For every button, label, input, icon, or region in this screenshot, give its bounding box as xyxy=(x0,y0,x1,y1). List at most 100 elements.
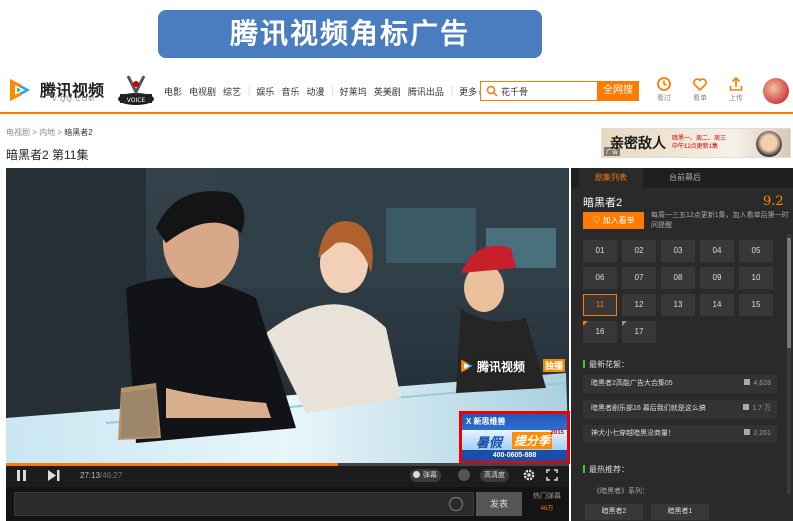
hot-danmu[interactable]: 热门弹幕 46万 xyxy=(530,491,564,512)
top-nav: 电影 电视剧 综艺 | 娱乐 音乐 动漫 | 好莱坞 英美剧 腾讯出品 | 更多… xyxy=(164,85,491,98)
fullscreen-icon[interactable] xyxy=(546,469,558,481)
clip-item[interactable]: 暗黑者2高能广告大合集05 4,628 xyxy=(583,375,777,393)
section-recommended: 最热推荐： xyxy=(583,464,629,475)
scrollbar-thumb[interactable] xyxy=(787,238,791,348)
panel-scrollbar[interactable] xyxy=(787,234,791,494)
episode-button[interactable]: 12 xyxy=(622,294,656,316)
episode-button-new[interactable]: 16 xyxy=(583,321,617,343)
nav-movie[interactable]: 电影 xyxy=(164,85,182,98)
next-episode-icon[interactable] xyxy=(48,470,60,481)
clip-views: 2,261 xyxy=(744,425,771,443)
corner-overlay-ad[interactable]: X 新思维兽 暑假 提分季 2015 400-0605-888 xyxy=(459,411,570,464)
episode-button[interactable]: 14 xyxy=(700,294,734,316)
episode-button-preview[interactable]: 17 xyxy=(622,321,656,343)
episode-button[interactable]: 03 xyxy=(661,240,695,262)
episode-button[interactable]: 13 xyxy=(661,294,695,316)
add-to-watchlist-button[interactable]: ♡ 加入看单 xyxy=(583,212,644,229)
clip-item[interactable]: 暗黑者剧乐部16 幕后我们就是这么搞 1.7 万 xyxy=(583,400,777,418)
episode-button[interactable]: 09 xyxy=(700,267,734,289)
search-all-button[interactable]: 全网搜 xyxy=(597,81,639,101)
nav-anime[interactable]: 动漫 xyxy=(306,85,324,98)
update-schedule: 每周一三五12点更新1集，加入看单后第一时间提醒 xyxy=(651,212,789,229)
tab-episodes[interactable]: 剧集列表 xyxy=(579,168,643,188)
show-score: 9.2 xyxy=(763,194,784,209)
nav-tv[interactable]: 电视剧 xyxy=(189,85,216,98)
danmu-input[interactable] xyxy=(14,492,474,516)
episode-button[interactable]: 05 xyxy=(739,240,773,262)
episode-panel: 剧集列表 台前幕后 暗黑者2 9.2 ♡ 加入看单 每周一三五12点更新1集，加… xyxy=(571,168,793,521)
corner-ad-slogan: 暑假 提分季 2015 xyxy=(462,430,567,451)
tencent-video-watermark-icon xyxy=(461,359,473,373)
nav-divider: | xyxy=(450,85,454,95)
play-count-icon xyxy=(743,404,750,410)
play-count-icon xyxy=(744,429,751,435)
heart-icon: ♡ xyxy=(592,216,603,225)
episode-button[interactable]: 08 xyxy=(661,267,695,289)
send-danmu-button[interactable]: 发表 xyxy=(476,492,522,516)
ad-tag: 广告 xyxy=(604,147,621,156)
gear-icon[interactable] xyxy=(522,468,536,482)
playback-time: 27:13/46:27 xyxy=(80,471,122,480)
episode-button[interactable]: 10 xyxy=(739,267,773,289)
progress-bar[interactable] xyxy=(6,463,569,466)
breadcrumb-tv[interactable]: 电视剧 xyxy=(6,128,30,137)
pause-icon[interactable] xyxy=(16,470,28,481)
exclusive-badge: 独播 xyxy=(543,359,566,372)
volume-icon[interactable] xyxy=(458,469,470,481)
top-banner-ad[interactable]: 亲密敌人 暗黑一、周二、周三 中午12点更新1集 广告 xyxy=(601,128,791,158)
nav-variety[interactable]: 综艺 xyxy=(223,85,241,98)
episode-button[interactable]: 04 xyxy=(700,240,734,262)
episode-button[interactable]: 06 xyxy=(583,267,617,289)
nav-music[interactable]: 音乐 xyxy=(281,85,299,98)
nav-tencent-original[interactable]: 腾讯出品 xyxy=(408,85,444,98)
user-avatar[interactable] xyxy=(763,78,789,104)
site-logo[interactable]: 腾讯视频 V.QQ.COM xyxy=(6,74,111,106)
search-box xyxy=(480,81,598,101)
play-count-icon xyxy=(744,379,751,385)
upload-button[interactable]: 上传 xyxy=(722,76,750,103)
danmu-label: 弹幕 xyxy=(423,472,437,479)
time-current: 27:13 xyxy=(80,471,101,480)
corner-ad-slogan-b: 提分季 xyxy=(512,432,553,449)
episode-button[interactable]: 15 xyxy=(739,294,773,316)
clip-title: 暗黑者剧乐部16 幕后我们就是这么搞 xyxy=(591,405,706,412)
nav-entertainment[interactable]: 娱乐 xyxy=(256,85,274,98)
related-show-button[interactable]: 暗黑者2 xyxy=(585,504,643,520)
search-input[interactable] xyxy=(501,84,595,98)
clip-item[interactable]: 神犬小七穿越暗黑没商量！ 2,261 xyxy=(583,425,777,443)
related-show-button[interactable]: 暗黑者1 xyxy=(651,504,709,520)
episode-button[interactable]: 01 xyxy=(583,240,617,262)
watchlist-button[interactable]: 看单 xyxy=(686,76,714,103)
episode-button-current[interactable]: 11 xyxy=(583,294,617,316)
clip-title: 暗黑者2高能广告大合集05 xyxy=(591,380,673,387)
breadcrumb-mainland[interactable]: 内地 xyxy=(39,128,55,137)
breadcrumb: 电视剧 > 内地 > 暗黑者2 xyxy=(6,128,93,137)
episode-button[interactable]: 02 xyxy=(622,240,656,262)
player-controls: 27:13/46:27 弹幕 高清度 xyxy=(6,463,569,487)
clip-views: 1.7 万 xyxy=(743,400,771,418)
progress-fill xyxy=(6,463,339,466)
episode-title: 暗黑者2 第11集 xyxy=(6,148,89,162)
nav-hollywood[interactable]: 好莱坞 xyxy=(340,85,367,98)
nav-divider: | xyxy=(248,85,251,95)
corner-ad-slogan-a: 暑假 xyxy=(476,436,503,451)
danmu-toggle[interactable]: 弹幕 xyxy=(410,469,441,482)
page-banner: 腾讯视频角标广告 xyxy=(158,10,542,58)
heart-plus-icon xyxy=(693,78,707,92)
voice-of-china-badge-icon[interactable]: VOICE xyxy=(116,72,156,108)
upload-label: 上传 xyxy=(729,95,743,102)
episode-button[interactable]: 07 xyxy=(622,267,656,289)
history-button[interactable]: 看过 xyxy=(650,76,678,103)
nav-us-uk-drama[interactable]: 英美剧 xyxy=(374,85,401,98)
logo-url: V.QQ.COM xyxy=(52,96,96,103)
upload-icon xyxy=(729,76,743,91)
svg-text:VOICE: VOICE xyxy=(127,97,146,104)
tab-behind-scenes[interactable]: 台前幕后 xyxy=(653,168,717,188)
top-ad-actor-image xyxy=(756,131,782,157)
quality-selector[interactable]: 高清度 xyxy=(480,469,509,482)
corner-ad-phone: 400-0605-888 xyxy=(462,450,567,461)
watermark-text: 腾讯视频 xyxy=(477,360,526,374)
emoji-icon[interactable] xyxy=(449,497,463,511)
hot-danmu-count: 46万 xyxy=(540,506,554,512)
add-to-watchlist-label: 加入看单 xyxy=(602,216,635,225)
